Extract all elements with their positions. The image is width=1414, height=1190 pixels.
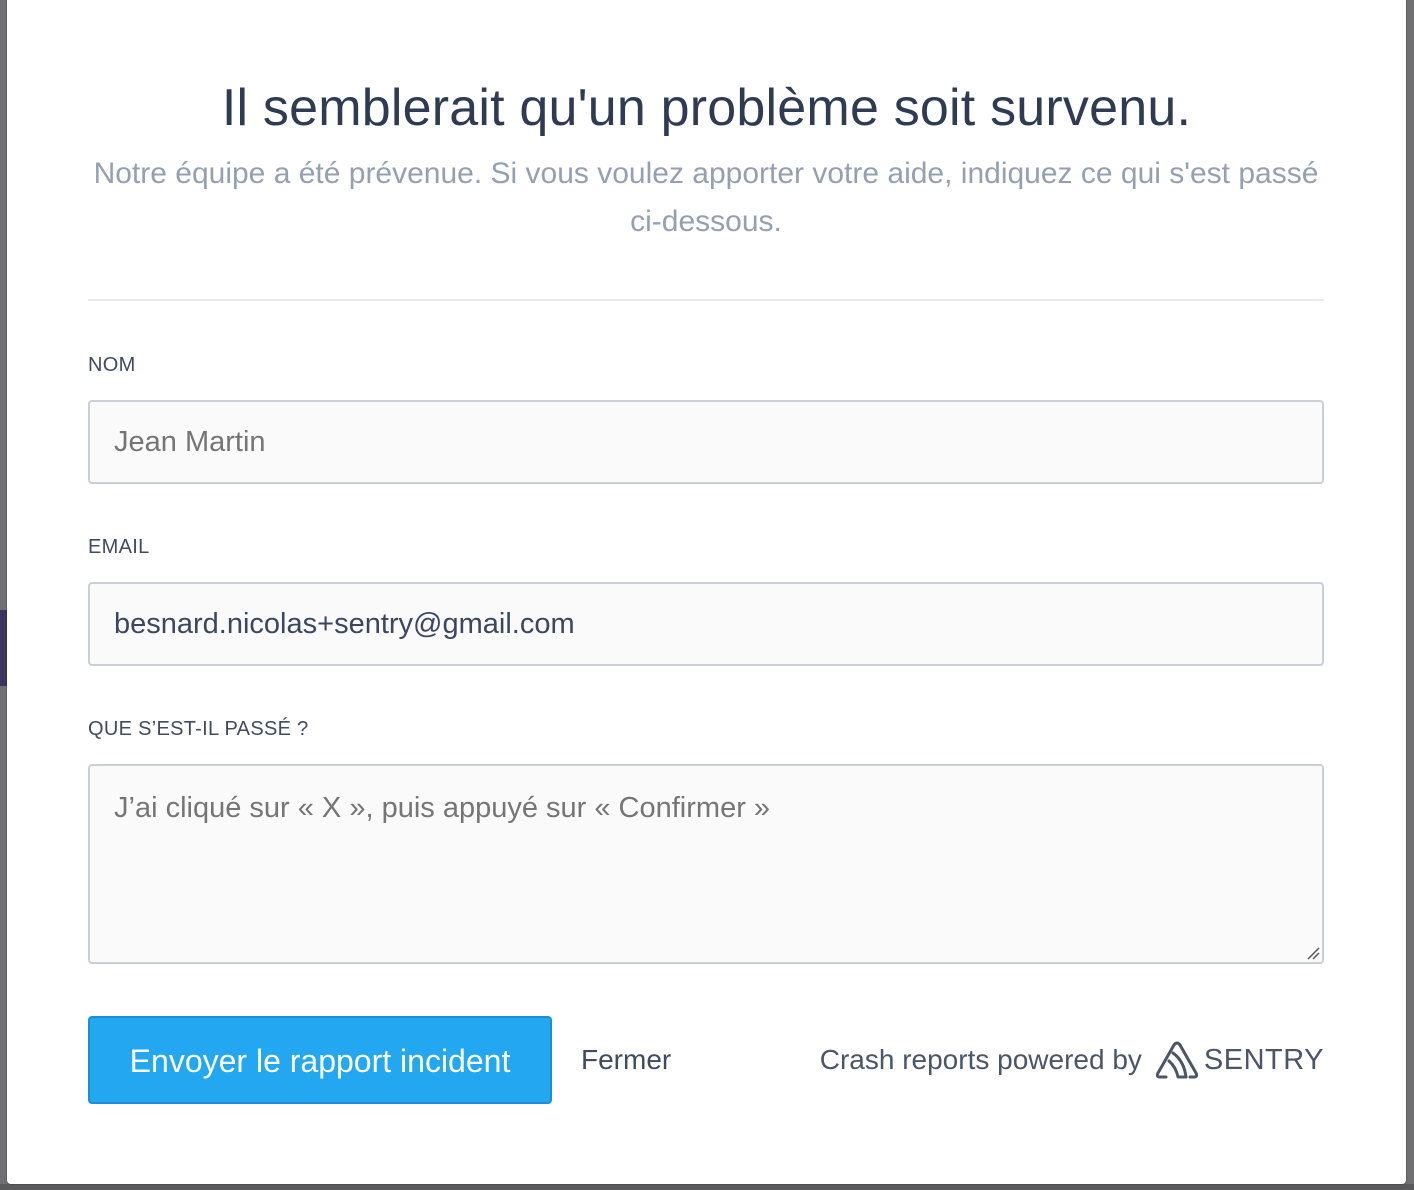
sentry-brand[interactable]: SENTRY: [1155, 1041, 1324, 1079]
comments-textarea[interactable]: [88, 764, 1324, 964]
email-label: EMAIL: [88, 536, 150, 558]
resize-grip-icon[interactable]: [1306, 946, 1320, 960]
email-input[interactable]: [88, 582, 1324, 666]
name-label: NOM: [88, 354, 136, 376]
name-input[interactable]: [88, 400, 1324, 484]
header-divider: [88, 299, 1324, 301]
powered-by-text: Crash reports powered by: [819, 1044, 1142, 1075]
backdrop-bottom-edge: [0, 1184, 1414, 1190]
dialog-title: Il semblerait qu'un problème soit surven…: [221, 79, 1192, 137]
sentry-logo-icon: [1155, 1041, 1198, 1079]
close-button[interactable]: Fermer: [581, 1036, 671, 1084]
backdrop-right-edge: [1406, 0, 1414, 1190]
powered-by: Crash reports powered by SENTRY: [820, 1036, 1324, 1084]
comments-label: QUE S’EST-IL PASSÉ ?: [88, 718, 309, 740]
comments-wrapper: [88, 764, 1324, 964]
submit-report-button[interactable]: Envoyer le rapport incident: [88, 1016, 552, 1104]
crash-report-dialog: Il semblerait qu'un problème soit surven…: [7, 0, 1406, 1184]
dialog-subtitle: Notre équipe a été prévenue. Si vous vou…: [93, 157, 1319, 238]
sentry-brand-name: SENTRY: [1203, 1043, 1324, 1076]
